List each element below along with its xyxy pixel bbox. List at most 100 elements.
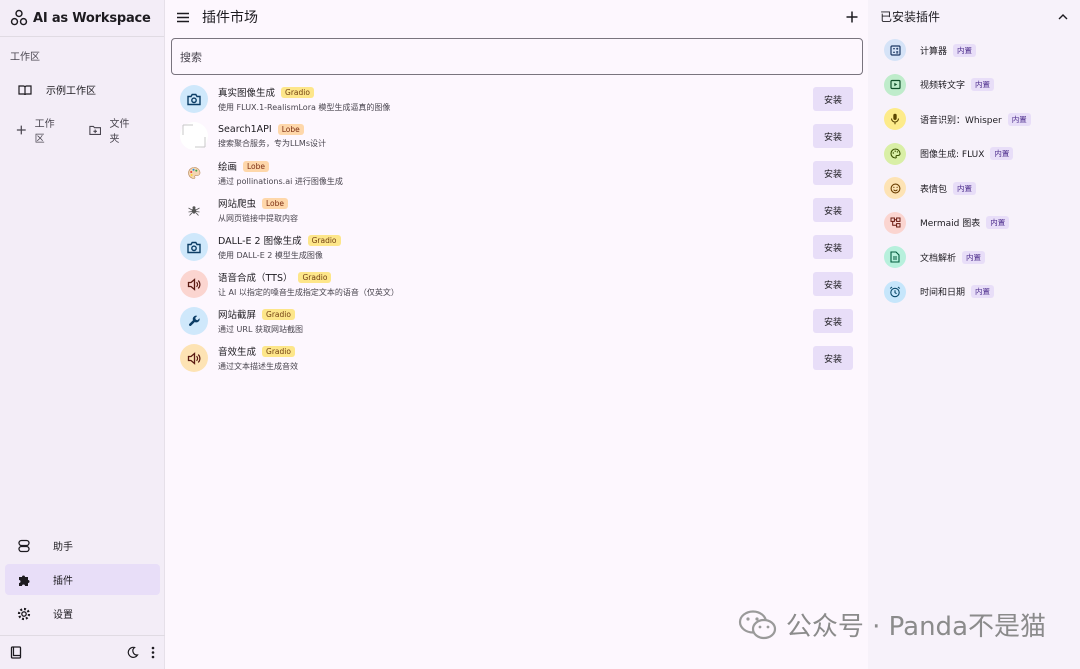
plugin-name: 语音合成（TTS） (218, 273, 293, 284)
plugin-row: 网站爬虫 Lobe 从网页链接中提取内容 安装 (180, 195, 853, 225)
installed-plugin-item[interactable]: 视频转文字 内置 (884, 73, 995, 96)
installed-plugin-item[interactable]: 语音识别：Whisper 内置 (884, 108, 1031, 130)
installed-plugin-item[interactable]: 时间和日期 内置 (884, 280, 995, 303)
plugin-name: 网站爬虫 (218, 199, 257, 210)
broken-image-icon (180, 122, 208, 150)
builtin-tag: 内置 (962, 250, 986, 264)
plugin-source-tag: Lobe (262, 197, 289, 209)
palette-emoji-icon (180, 159, 208, 187)
nav-assistant[interactable]: 助手 (5, 530, 160, 561)
assistant-icon (18, 539, 30, 552)
builtin-tag: 内置 (953, 181, 977, 195)
camera-icon (180, 233, 208, 261)
chevron-up-icon[interactable] (1058, 13, 1068, 20)
install-button[interactable]: 安装 (813, 272, 853, 296)
install-button[interactable]: 安装 (813, 309, 853, 333)
installed-plugin-item[interactable]: Mermaid 图表 内置 (884, 211, 1010, 234)
plugin-description: 从网页链接中提取内容 (218, 214, 298, 223)
install-button[interactable]: 安装 (813, 198, 853, 222)
plugin-row: 网站截屏 Gradio 通过 URL 获取网站截图 安装 (180, 306, 853, 336)
diagram-icon (884, 211, 906, 234)
nav-settings-label: 设置 (53, 610, 73, 621)
installed-plugin-name: 图像生成: FLUX (920, 150, 985, 160)
nav-plugins[interactable]: 插件 (5, 564, 160, 595)
sidebar: AI as Workspace 工作区 示例工作区 工作区 文件夹 助手 插件 (0, 0, 165, 669)
add-workspace-button[interactable]: 工作区 (16, 115, 61, 145)
folder-add-icon (89, 125, 102, 135)
workspace-item-label: 示例工作区 (46, 86, 96, 97)
workspace-section-title: 工作区 (10, 52, 40, 63)
builtin-tag: 内置 (971, 285, 995, 298)
builtin-tag: 内置 (990, 147, 1014, 160)
installed-plugin-name: 文档解析 (920, 253, 957, 264)
plugin-source-tag: Lobe (243, 160, 270, 172)
camera-icon (180, 85, 208, 113)
page-title: 插件市场 (202, 10, 258, 26)
speaker-icon (180, 270, 208, 298)
install-button[interactable]: 安装 (813, 124, 853, 148)
dark-mode-icon[interactable] (126, 646, 139, 659)
installed-plugin-item[interactable]: 文档解析 内置 (884, 246, 986, 268)
install-button[interactable]: 安装 (813, 235, 853, 259)
nav-plugins-label: 插件 (53, 576, 73, 587)
install-button[interactable]: 安装 (813, 87, 853, 111)
app-name: AI as Workspace (33, 10, 151, 26)
plugin-source-tag: Gradio (281, 86, 314, 98)
installed-plugin-name: 视频转文字 (920, 81, 966, 91)
plugin-market: 插件市场 搜索 真实图像生成 Gradio 使用 FLUX.1-RealismLor… (166, 0, 868, 669)
plugin-row: 真实图像生成 Gradio 使用 FLUX.1-RealismLora 模型生成逼真… (180, 84, 853, 114)
calculator-icon (884, 39, 906, 61)
smile-icon (884, 177, 906, 199)
plugin-description: 通过 pollinations.ai 进行图像生成 (218, 177, 343, 186)
install-button[interactable]: 安装 (813, 346, 853, 370)
spider-emoji-icon (180, 196, 208, 224)
menu-icon[interactable] (176, 12, 190, 23)
installed-title: 已安装插件 (880, 9, 941, 24)
installed-plugin-name: 语音识别：Whisper (920, 115, 1002, 126)
installed-plugin-item[interactable]: 计算器 内置 (884, 39, 977, 61)
plugin-description: 让 AI 以指定的嗓音生成指定文本的语音（仅英文） (218, 288, 399, 297)
plugin-row: 绘画 Lobe 通过 pollinations.ai 进行图像生成 安装 (180, 158, 853, 188)
plugin-source-tag: Lobe (277, 123, 304, 135)
plugin-name: 网站截屏 (218, 310, 257, 321)
plugin-source-tag: Gradio (262, 345, 295, 357)
document-icon (884, 246, 906, 268)
installed-plugin-name: 表情包 (920, 184, 948, 195)
plugin-description: 搜索聚合服务，专为LLMs设计 (218, 138, 326, 148)
watermark: 公众号 · Panda不是猫 (738, 606, 1046, 643)
logo-icon (10, 9, 28, 26)
plugin-description: 使用 DALL-E 2 模型生成图像 (218, 251, 323, 260)
installed-plugin-item[interactable]: 图像生成: FLUX 内置 (884, 142, 1014, 165)
alarm-icon (884, 280, 906, 303)
builtin-tag: 内置 (1007, 112, 1031, 126)
plugin-source-tag: Gradio (298, 271, 332, 283)
install-button[interactable]: 安装 (813, 161, 853, 185)
plugin-row: DALL-E 2 图像生成 Gradio 使用 DALL-E 2 模型生成图像 安装 (180, 232, 853, 262)
docs-icon[interactable] (10, 646, 22, 659)
plugin-name: DALL-E 2 图像生成 (218, 236, 302, 247)
plugin-row: Search1API Lobe 搜索聚合服务，专为LLMs设计 安装 (180, 121, 853, 151)
workspace-item[interactable]: 示例工作区 (18, 82, 96, 97)
plugin-name: Search1API (218, 123, 272, 135)
plugin-row: 音效生成 Gradio 通过文本描述生成音效 安装 (180, 343, 853, 373)
nav-assistant-label: 助手 (53, 542, 73, 553)
installed-plugin-name: 计算器 (920, 46, 948, 57)
video-icon (884, 73, 906, 96)
plugin-description: 通过 URL 获取网站截图 (218, 325, 303, 334)
add-icon[interactable] (846, 11, 858, 23)
plugin-row: 语音合成（TTS） Gradio 让 AI 以指定的嗓音生成指定文本的语音（仅英文）… (180, 269, 853, 299)
plugin-description: 使用 FLUX.1-RealismLora 模型生成逼真的图像 (218, 103, 391, 112)
speaker-icon (180, 344, 208, 372)
installed-plugin-item[interactable]: 表情包 内置 (884, 177, 977, 199)
add-folder-label: 文件夹 (109, 119, 130, 145)
plugin-source-tag: Gradio (307, 234, 341, 246)
add-folder-button[interactable]: 文件夹 (89, 115, 136, 145)
plugin-name: 绘画 (218, 162, 238, 173)
more-vertical-icon[interactable] (151, 646, 155, 659)
wrench-icon (180, 307, 208, 335)
nav-settings[interactable]: 设置 (5, 598, 160, 629)
installed-plugins-panel: 已安装插件 计算器 内置 视频转文字 内置 语音识别：Whisper 内置 图像生成: FL… (868, 0, 1080, 669)
search-input[interactable]: 搜索 (171, 38, 863, 75)
plugin-description: 通过文本描述生成音效 (218, 362, 298, 371)
plus-icon (16, 125, 26, 135)
